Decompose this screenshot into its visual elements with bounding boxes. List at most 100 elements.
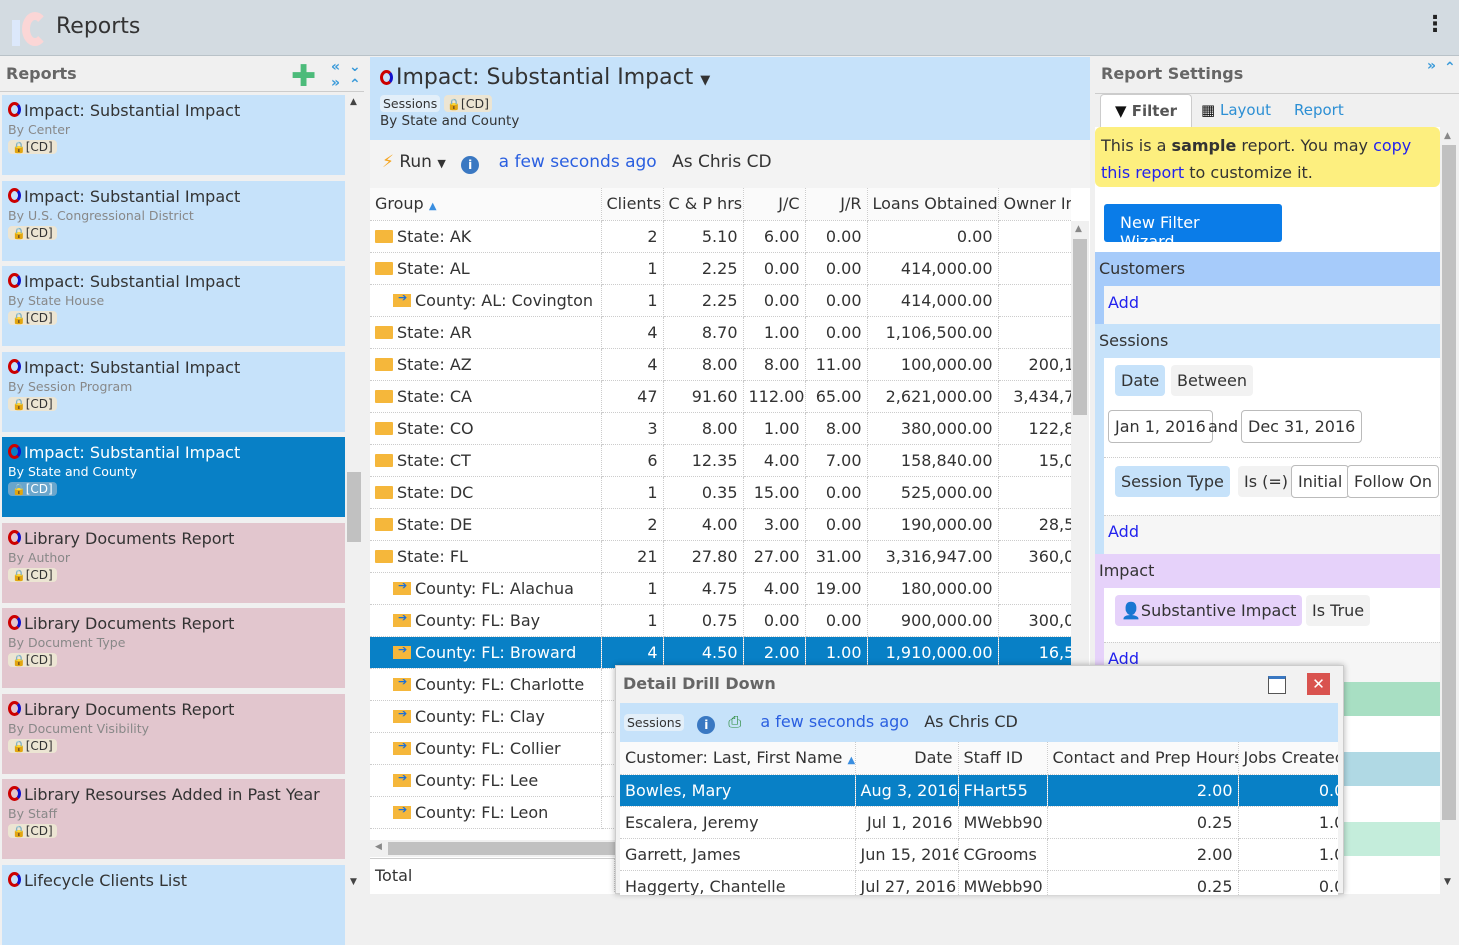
report-title-dropdown[interactable]: Impact: Substantial Impact ▼ [380, 65, 1080, 90]
initial-value-chip[interactable]: Initial [1291, 465, 1350, 498]
between-operator-chip[interactable]: Between [1171, 365, 1254, 396]
substantive-impact-label: Substantive Impact [1140, 601, 1297, 620]
table-row[interactable]: County: AL: Covington12.250.000.00414,00… [370, 284, 1071, 317]
value-cell: 0.00 [805, 604, 868, 637]
is-equal-operator-chip[interactable]: Is (=) [1238, 466, 1295, 497]
table-row[interactable]: County: FL: Bay10.750.000.00900,000.0030… [370, 604, 1071, 637]
collapse-left-icon[interactable]: « [331, 60, 340, 74]
table-row[interactable]: State: CT612.354.007.00158,840.0015,00 [370, 444, 1071, 477]
table-row[interactable]: Garrett, JamesJun 15, 2016CGrooms2.001.0… [620, 838, 1338, 871]
new-filter-wizard-button[interactable]: New Filter Wizard... [1104, 204, 1282, 251]
session-type-chip[interactable]: Session Type [1115, 466, 1230, 497]
maximize-icon[interactable] [1268, 676, 1286, 694]
value-cell: Escalera, Jeremy [620, 806, 856, 839]
is-true-operator-chip[interactable]: Is True [1306, 595, 1371, 626]
value-cell: 0.00 [805, 476, 868, 509]
drill-table: Customer: Last, First Name ▲ Date Staff ID… [620, 742, 1338, 895]
report-list-item[interactable]: Lifecycle Clients List [2, 864, 345, 945]
table-row[interactable]: State: AZ48.008.0011.00100,000.00200,12 [370, 348, 1071, 381]
sessions-tag: Sessions [624, 714, 685, 731]
folder-link-icon [393, 707, 411, 723]
tab-layout[interactable]: ▦ Layout [1187, 94, 1285, 127]
report-list-item[interactable]: Impact: Substantial Impact By State and … [2, 437, 345, 517]
column-header[interactable]: Staff ID [958, 742, 1048, 775]
table-row[interactable]: State: AL 1 2.25 0.00 0.00 414,000.00 [370, 252, 1071, 285]
collapse-right-icon[interactable]: » [1427, 59, 1436, 73]
end-date-field[interactable]: Dec 31, 2016 [1241, 410, 1363, 443]
table-row[interactable]: Bowles, MaryAug 3, 2016FHart552.000.00 [620, 774, 1338, 807]
owner-badge: [CD] [25, 653, 53, 667]
column-header[interactable]: J/C [743, 188, 806, 221]
column-header[interactable]: Group ▲ [370, 188, 602, 221]
substantive-impact-chip[interactable]: 👤Substantive Impact [1115, 595, 1303, 626]
export-icon[interactable]: ⎙ [728, 712, 741, 731]
table-row[interactable]: Escalera, Jeremy Jul 1, 2016 MWebb90 0.25 1.… [620, 806, 1338, 839]
close-icon[interactable]: ✕ [1307, 673, 1330, 695]
column-header[interactable]: C & P hrs [663, 188, 744, 221]
lightning-icon: ⚡ [382, 152, 394, 172]
customers-add-link[interactable]: Add [1108, 293, 1139, 312]
table-row[interactable]: State: AK 2 5.10 6.00 0.00 0.00 [370, 220, 1071, 253]
table-row[interactable]: State: DE24.003.000.00190,000.0028,50 [370, 508, 1071, 541]
table-row[interactable]: State: CA 47 91.60 112.00 65.00 2,621,000.00 3… [370, 380, 1071, 413]
value-cell: 180,000.00 [867, 572, 999, 605]
report-list-item[interactable]: Library Resourses Added in Past Year By … [2, 779, 345, 859]
report-list-item[interactable]: Impact: Substantial Impact By Center 🔒[CD… [2, 95, 345, 175]
report-item-title: Impact: Substantial Impact [24, 443, 241, 462]
table-horizontal-scrollbar[interactable]: ◀ [370, 840, 615, 857]
table-row[interactable]: County: FL: Broward44.502.001.001,910,00… [370, 636, 1071, 669]
run-button[interactable]: ⚡ Run ▼ [382, 152, 446, 172]
group-cell: County: FL: Bay [370, 604, 602, 637]
last-run-link[interactable]: a few seconds ago [499, 152, 657, 172]
value-cell: 47 [601, 380, 664, 413]
table-row[interactable]: State: DC 1 0.35 15.00 0.00 525,000.00 [370, 476, 1071, 509]
report-list-item[interactable]: Impact: Substantial Impact By Session Pr… [2, 351, 345, 432]
date-field-chip[interactable]: Date [1115, 365, 1166, 396]
info-icon[interactable]: i [697, 716, 716, 734]
report-list-item[interactable]: Library Documents Report By Document Vis… [2, 693, 345, 774]
report-list-item[interactable]: Impact: Substantial Impact By U.S. Congr… [2, 180, 345, 261]
column-header[interactable]: Date [855, 742, 959, 775]
last-run-link[interactable]: a few seconds ago [760, 712, 909, 731]
report-list-item[interactable]: Impact: Substantial Impact By State Hous… [2, 266, 345, 346]
expand-right-icon[interactable]: » [331, 76, 340, 90]
add-report-icon[interactable]: ✚ [291, 59, 316, 94]
collapse-up-icon[interactable]: ⌃ [349, 78, 361, 92]
value-cell [998, 476, 1071, 509]
more-menu-icon[interactable]: ⋮ [1424, 12, 1446, 37]
report-list-item[interactable]: Library Documents Report By Document Typ… [2, 608, 345, 688]
folder-icon [375, 453, 393, 467]
tab-filter-label: Filter [1131, 102, 1178, 120]
owner-badge: [CD] [25, 567, 53, 582]
table-row[interactable]: State: AR 4 8.70 1.00 0.00 1,106,500.00 [370, 316, 1071, 349]
sessions-add-link[interactable]: Add [1108, 522, 1139, 541]
table-row[interactable]: State: CO38.001.008.00380,000.00122,80 [370, 412, 1071, 445]
info-icon[interactable]: i [461, 156, 480, 174]
column-header[interactable]: Contact and Prep Hours [1047, 742, 1239, 775]
report-list-item[interactable]: Library Documents Report By Author 🔒[CD] [2, 522, 345, 603]
value-cell: 0.00 [805, 220, 868, 253]
table-row[interactable]: State: FL 21 27.80 27.00 31.00 3,316,947.00 36… [370, 540, 1071, 573]
value-cell: Garrett, James [620, 838, 856, 871]
column-header[interactable]: J/R [805, 188, 868, 221]
start-date-field[interactable]: Jan 1, 2016 [1108, 410, 1213, 443]
follow-on-value-chip[interactable]: Follow On [1347, 465, 1440, 498]
column-header[interactable]: Owner Inve [998, 188, 1071, 221]
column-header[interactable]: Customer: Last, First Name ▲ [620, 742, 856, 775]
settings-scrollbar[interactable]: ▲ ▼ [1440, 129, 1458, 894]
column-header[interactable]: Clients [601, 188, 664, 221]
user-lock-icon: 🔒 [12, 397, 26, 411]
owner-badge: [CD] [25, 396, 53, 411]
column-header[interactable]: Loans Obtained [867, 188, 999, 221]
expand-down-icon[interactable]: ⌄ [349, 60, 361, 74]
reports-scrollbar[interactable]: ▲ ▼ [346, 95, 363, 894]
group-cell: State: AR [370, 316, 602, 349]
collapse-up-icon[interactable]: ⌃ [1444, 61, 1456, 75]
column-header[interactable]: Jobs Createc [1238, 742, 1338, 775]
table-row[interactable]: County: FL: Alachua14.754.0019.00180,000… [370, 572, 1071, 605]
table-row[interactable]: Haggerty, Chantelle Jul 27, 2016 MWebb90 0.… [620, 870, 1338, 895]
tab-report[interactable]: Report [1280, 94, 1358, 127]
tab-filter[interactable]: ▼ Filter [1100, 94, 1193, 127]
user-lock-icon: 🔒 [12, 825, 26, 838]
value-cell: Haggerty, Chantelle [620, 870, 856, 895]
